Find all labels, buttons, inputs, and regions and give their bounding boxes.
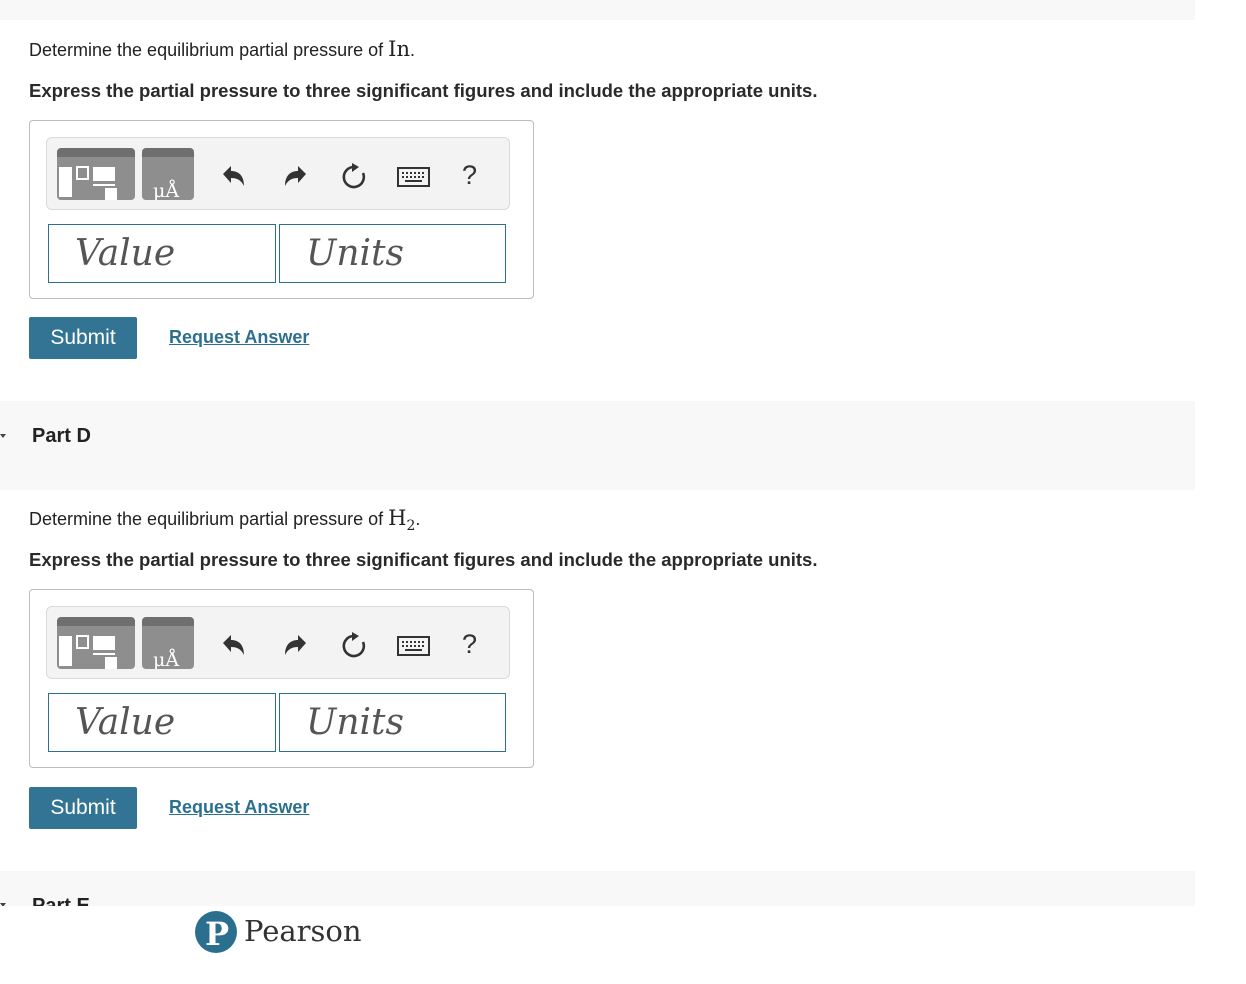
request-answer-link[interactable]: Request Answer (169, 797, 309, 818)
species-formula: H2 (388, 506, 415, 534)
undo-icon[interactable] (219, 631, 249, 661)
math-toolbar: μÅ ? (46, 137, 510, 210)
svg-text:μÅ: μÅ (153, 649, 179, 669)
part-d-question: Determine the equilibrium partial pressu… (29, 506, 420, 534)
question-text: Determine the equilibrium partial pressu… (29, 509, 389, 529)
collapse-caret-icon[interactable] (0, 903, 6, 906)
math-toolbar: μÅ ? (46, 606, 510, 679)
undo-icon[interactable] (219, 162, 249, 192)
units-field-wrapper (279, 224, 506, 283)
units-input[interactable] (280, 225, 505, 282)
question-suffix: . (415, 509, 421, 529)
part-d-title: Part D (32, 425, 91, 447)
keyboard-icon[interactable] (397, 631, 431, 661)
question-text: Determine the equilibrium partial pressu… (29, 40, 389, 60)
units-icon[interactable]: μÅ (142, 148, 194, 200)
collapse-caret-icon[interactable] (0, 434, 6, 438)
submit-button[interactable]: Submit (29, 787, 137, 829)
species-base: H (388, 506, 407, 530)
svg-text:P: P (205, 915, 229, 953)
question-suffix: . (410, 40, 416, 60)
part-c-instruction: Express the partial pressure to three si… (29, 80, 818, 101)
part-d-header[interactable]: Part D (0, 401, 1195, 490)
redo-icon[interactable] (280, 162, 310, 192)
units-icon[interactable]: μÅ (142, 617, 194, 669)
help-icon[interactable]: ? (462, 629, 477, 660)
part-e-header[interactable]: Part E (0, 871, 1195, 906)
request-answer-link[interactable]: Request Answer (169, 327, 309, 348)
reset-icon[interactable] (339, 162, 369, 192)
species-formula: In (388, 37, 410, 61)
value-input[interactable] (49, 694, 275, 751)
part-c-answer-box: μÅ ? (29, 120, 534, 299)
part-c-header-band (0, 0, 1195, 20)
part-d-answer-box: μÅ ? (29, 589, 534, 768)
reset-icon[interactable] (339, 631, 369, 661)
units-field-wrapper (279, 693, 506, 752)
templates-icon[interactable] (57, 617, 135, 669)
redo-icon[interactable] (280, 631, 310, 661)
value-field-wrapper (48, 224, 276, 283)
units-input[interactable] (280, 694, 505, 751)
part-e-title: Part E (32, 895, 90, 906)
value-field-wrapper (48, 693, 276, 752)
value-input[interactable] (49, 225, 275, 282)
part-d-instruction: Express the partial pressure to three si… (29, 549, 818, 570)
part-c-question: Determine the equilibrium partial pressu… (29, 37, 415, 61)
svg-text:μÅ: μÅ (153, 180, 179, 200)
help-icon[interactable]: ? (462, 160, 477, 191)
submit-button[interactable]: Submit (29, 317, 137, 359)
pearson-wordmark: Pearson (244, 914, 362, 948)
keyboard-icon[interactable] (397, 162, 431, 192)
pearson-logo-icon: P (195, 911, 237, 953)
templates-icon[interactable] (57, 148, 135, 200)
